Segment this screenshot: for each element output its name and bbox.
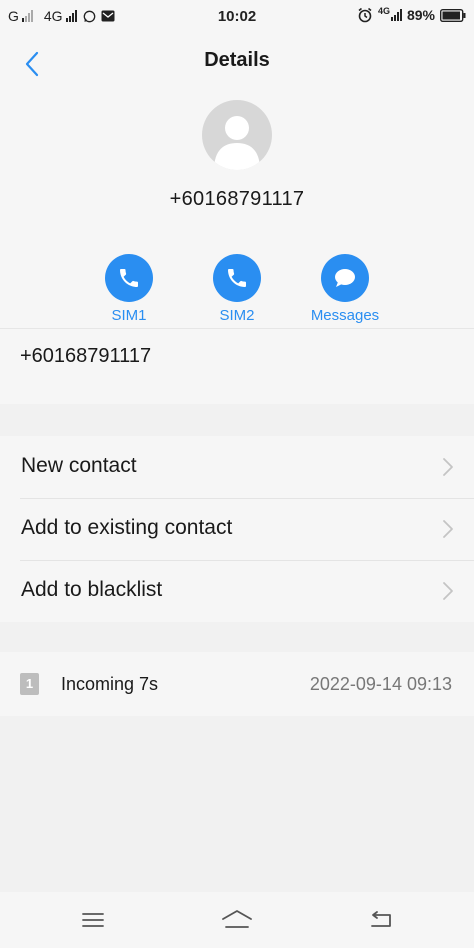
new-contact-label: New contact [21, 454, 137, 477]
action-buttons: SIM1 SIM2 Messages [0, 254, 474, 324]
message-icon [335, 269, 355, 287]
call-sim2-circle [213, 254, 261, 302]
status-right: 4G 89% [357, 6, 466, 23]
call-sim1-button[interactable]: SIM1 [84, 254, 174, 324]
home-button[interactable] [217, 904, 257, 936]
phone-number-row[interactable]: +60168791117 [0, 328, 474, 404]
add-to-existing-contact-option[interactable]: Add to existing contact [0, 498, 474, 560]
messages-circle [321, 254, 369, 302]
call-sim1-label: SIM1 [111, 307, 147, 324]
phone-icon [228, 269, 246, 287]
add-to-existing-contact-label: Add to existing contact [21, 516, 233, 539]
options-list: New contact Add to existing contact Add … [0, 436, 474, 622]
chevron-right-icon [443, 582, 453, 600]
network-badge: 4G [377, 6, 390, 16]
back-nav-button[interactable] [361, 904, 401, 936]
call-sim1-circle [105, 254, 153, 302]
phone-number-value: +60168791117 [20, 345, 152, 367]
add-to-blacklist-label: Add to blacklist [21, 578, 163, 601]
page-title: Details [204, 49, 270, 71]
chevron-right-icon [443, 458, 453, 476]
contact-phone-number: +60168791117 [169, 188, 305, 210]
avatar [202, 100, 272, 170]
menu-icon [82, 913, 104, 927]
battery-percent: 89% [406, 7, 435, 23]
menu-button[interactable] [73, 904, 113, 936]
battery-icon [440, 8, 466, 22]
sim-badge-icon: 1 [20, 673, 39, 695]
navigation-bar [0, 892, 474, 948]
chevron-right-icon [443, 520, 453, 538]
alarm-icon [357, 7, 373, 23]
return-icon [371, 911, 391, 927]
messages-label: Messages [310, 307, 380, 324]
person-icon [214, 116, 260, 170]
signal3-icon [390, 9, 402, 21]
call-log-entry[interactable]: 1 Incoming 7s 2022-09-14 09:13 [0, 652, 474, 716]
call-type: Incoming 7s [61, 674, 159, 694]
phone-icon [120, 269, 138, 287]
new-contact-option[interactable]: New contact [0, 436, 474, 498]
add-to-blacklist-option[interactable]: Add to blacklist [0, 560, 474, 622]
status-bar: G 4G 10:02 4G 89% [0, 0, 474, 34]
messages-button[interactable]: Messages [300, 254, 390, 324]
profile-section: +60168791117 SIM1 SIM2 Messages [0, 90, 474, 328]
call-datetime: 2022-09-14 09:13 [309, 674, 452, 694]
header: Details [0, 34, 474, 90]
call-sim2-button[interactable]: SIM2 [192, 254, 282, 324]
call-sim2-label: SIM2 [219, 307, 255, 324]
home-icon [222, 910, 252, 928]
